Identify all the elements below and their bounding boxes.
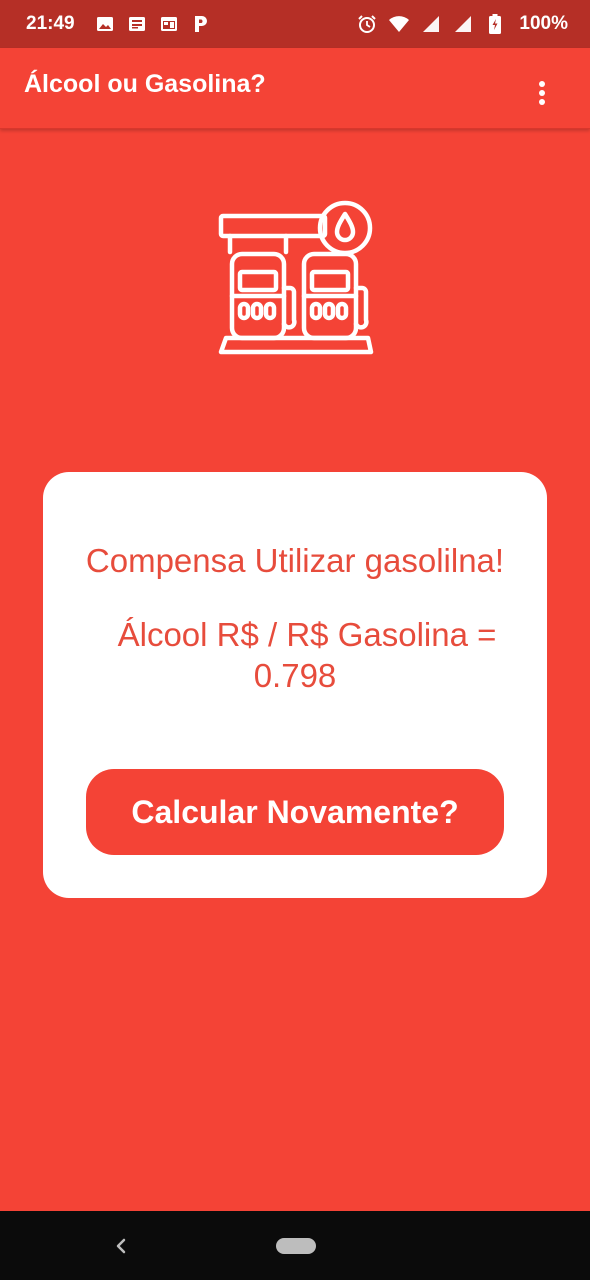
status-bar: 21:49 100% [0,0,590,48]
battery-level: 100% [519,13,568,34]
result-title: Compensa Utilizar gasolilna! [85,542,505,579]
news-icon [125,12,149,36]
wifi-icon [387,12,411,36]
calendar-icon [157,12,181,36]
navigation-bar [0,1211,590,1280]
signal-icon [419,12,443,36]
battery-icon [483,12,507,36]
app-bar: Álcool ou Gasolina? [0,48,590,129]
ratio-label: Álcool R$ / R$ Gasolina = [117,616,497,653]
back-icon[interactable] [108,1233,134,1259]
status-right: 100% [355,12,568,36]
ratio-value: 0.798 [253,657,337,694]
more-vert-icon [539,81,545,105]
overflow-menu-button[interactable] [524,75,560,111]
status-time: 21:49 [26,13,75,34]
home-pill-button[interactable] [276,1238,316,1254]
status-left: 21:49 [26,12,221,36]
p-icon [189,12,213,36]
app-title: Álcool ou Gasolina? [24,69,266,98]
alarm-icon [355,12,379,36]
result-card: Compensa Utilizar gasolilna! Álcool R$ /… [43,472,547,898]
image-icon [93,12,117,36]
calculate-again-button[interactable]: Calcular Novamente? [86,769,504,855]
gas-station-pump-icon [218,200,374,358]
signal-icon [451,12,475,36]
